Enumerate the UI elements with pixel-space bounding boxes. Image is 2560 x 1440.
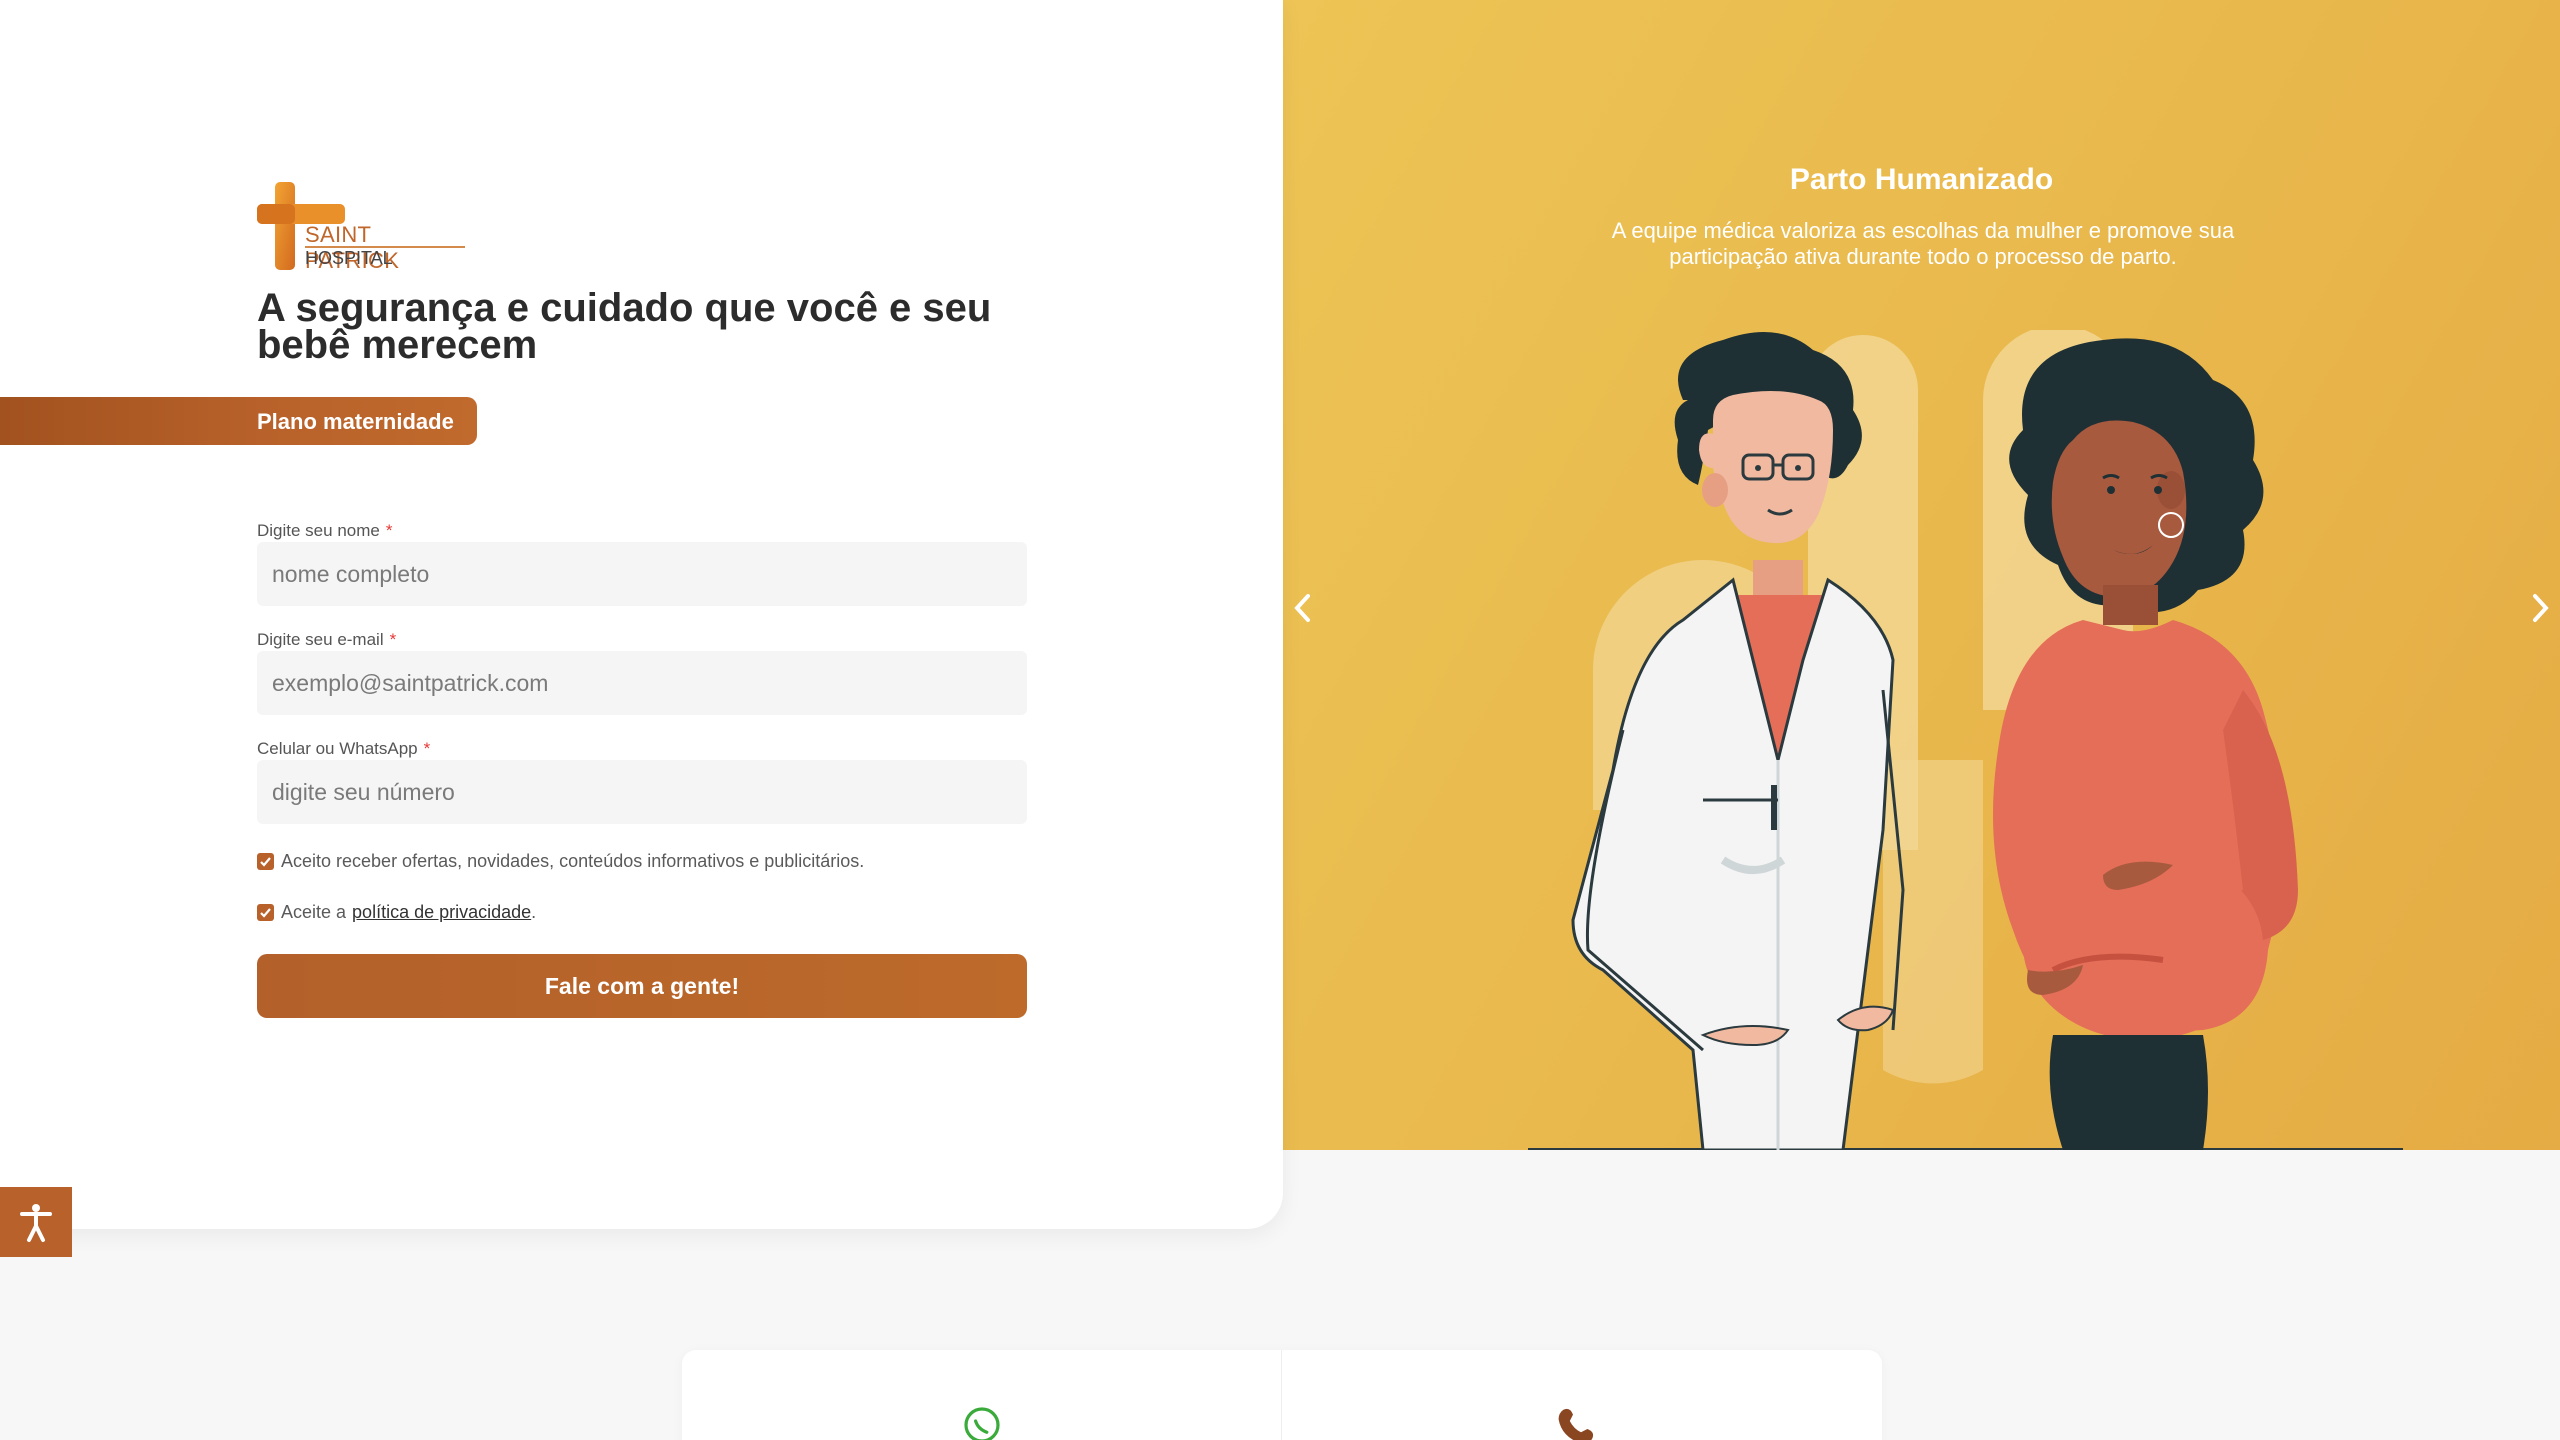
consent-offers-row: Aceito receber ofertas, novidades, conte…	[257, 851, 864, 872]
consent-offers-text: Aceito receber ofertas, novidades, conte…	[281, 851, 865, 871]
phone-label-text: Celular ou WhatsApp	[257, 739, 418, 758]
consent-privacy-row: Aceite a política de privacidade .	[257, 902, 536, 923]
phone-input[interactable]	[257, 760, 1027, 824]
name-label: Digite seu nome *	[257, 521, 392, 541]
check-icon	[260, 857, 271, 867]
privacy-policy-link[interactable]: política de privacidade	[352, 902, 531, 923]
required-mark: *	[389, 630, 397, 649]
email-label: Digite seu e-mail *	[257, 630, 396, 650]
required-mark: *	[385, 521, 393, 540]
submit-button[interactable]: Fale com a gente!	[257, 954, 1027, 1018]
consent-privacy-suffix: .	[531, 902, 537, 922]
consent-offers-checkbox[interactable]	[257, 853, 274, 870]
email-input[interactable]	[257, 651, 1027, 715]
chevron-right-icon[interactable]	[2525, 588, 2555, 628]
accessibility-icon	[20, 1204, 52, 1242]
logo-line2: HOSPITAL	[305, 248, 393, 268]
page-headline: A segurança e cuidado que você e seu beb…	[257, 286, 992, 367]
plan-banner: Plano maternidade	[0, 397, 477, 445]
form-card: SAINT PATRICK HOSPITAL A segurança e cui…	[0, 0, 1283, 1229]
slide-title: Parto Humanizado	[1789, 163, 2054, 196]
accessibility-button[interactable]	[0, 1187, 72, 1257]
check-icon	[260, 908, 271, 918]
required-mark: *	[423, 739, 431, 758]
phone-icon[interactable]	[1552, 1405, 1602, 1440]
doctor-and-pregnant-woman-illustration	[1528, 330, 2403, 1150]
contact-divider	[1281, 1350, 1282, 1440]
slide-text: A equipe médica valoriza as escolhas da …	[1611, 218, 2235, 269]
consent-privacy-checkbox[interactable]	[257, 904, 274, 921]
whatsapp-icon[interactable]	[957, 1405, 1007, 1440]
hero-slider: Parto Humanizado A equipe médica valoriz…	[1283, 0, 2560, 1150]
plan-banner-label: Plano maternidade	[257, 409, 454, 434]
phone-label: Celular ou WhatsApp *	[257, 739, 430, 759]
consent-privacy-prefix: Aceite a	[281, 902, 347, 922]
name-input[interactable]	[257, 542, 1027, 606]
email-label-text: Digite seu e-mail	[257, 630, 384, 649]
contact-card	[682, 1350, 1882, 1440]
chevron-left-icon[interactable]	[1288, 588, 1318, 628]
hospital-logo[interactable]: SAINT PATRICK HOSPITAL	[257, 182, 467, 273]
name-label-text: Digite seu nome	[257, 521, 380, 540]
